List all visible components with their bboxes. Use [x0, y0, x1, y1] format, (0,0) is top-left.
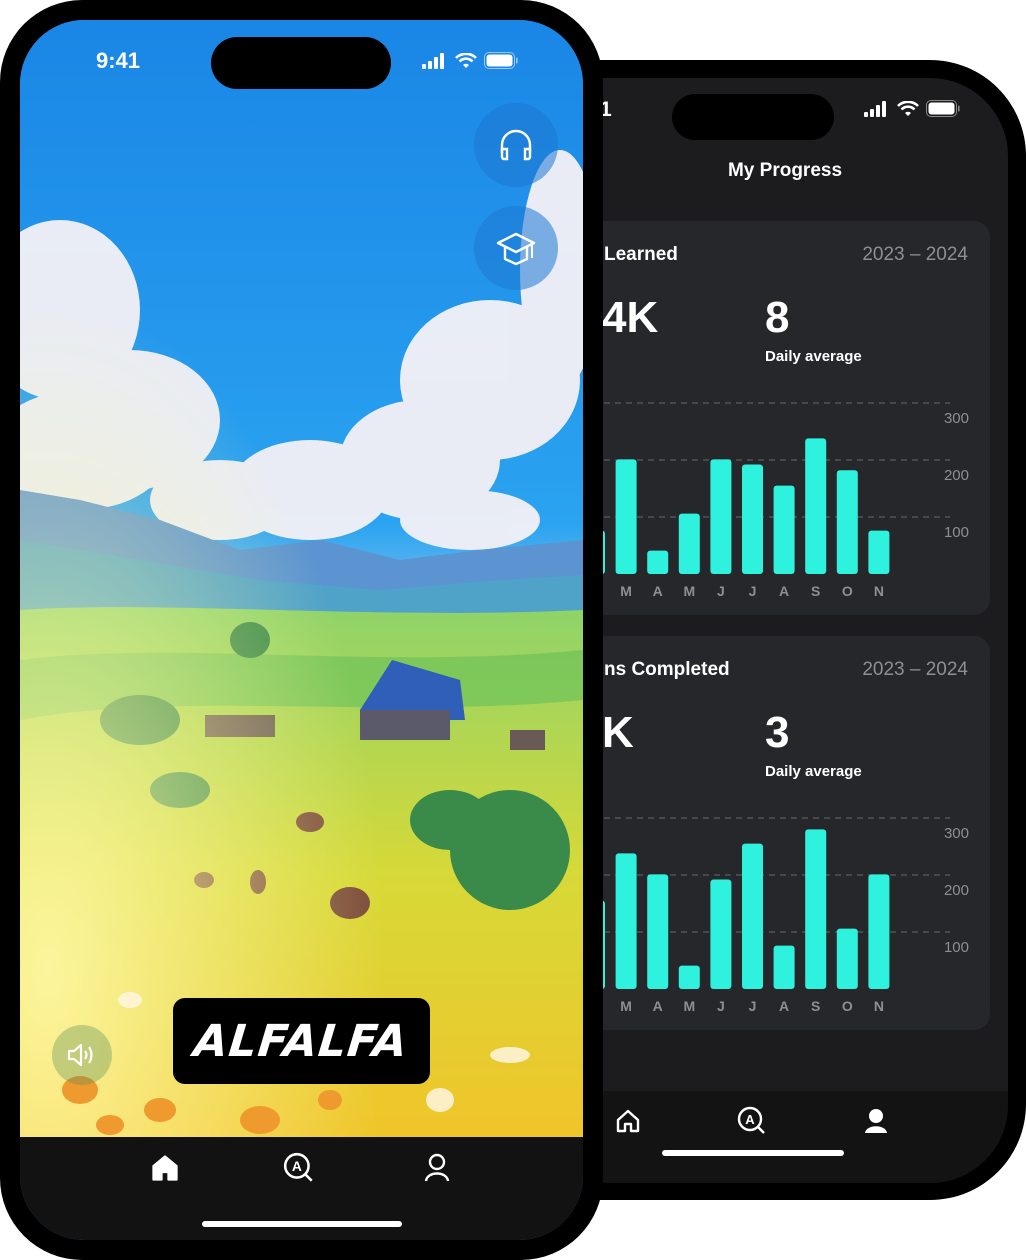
bar — [615, 853, 637, 989]
card-title: ns Completed — [604, 659, 730, 680]
daily-average-value: 8 — [765, 293, 790, 342]
date-range[interactable]: 2023 – 2024 — [862, 659, 968, 681]
home-icon — [152, 1155, 178, 1181]
sound-button[interactable] — [52, 1025, 112, 1085]
x-tick-label: A — [779, 583, 789, 599]
daily-average-label: Daily average — [765, 763, 862, 780]
total-value: 4K — [602, 293, 659, 342]
home-indicator — [662, 1150, 844, 1156]
bar-chart-completed: 100200300FMAMJJASON — [582, 817, 969, 1014]
x-tick-label: J — [749, 998, 757, 1014]
bar — [647, 550, 669, 574]
bar — [647, 874, 669, 989]
bar — [805, 438, 827, 574]
battery-icon — [926, 100, 960, 117]
x-tick-label: M — [683, 998, 695, 1014]
daily-average-value: 3 — [765, 708, 790, 757]
x-tick-label: M — [620, 583, 632, 599]
svg-text:A: A — [745, 1112, 755, 1127]
progress-screen: 1 My Progress Learned 2023 – 2024 4K 8 D… — [582, 78, 1008, 1183]
tab-bar: A — [20, 1137, 583, 1240]
profile-icon — [424, 1153, 450, 1182]
bar — [805, 829, 827, 989]
y-tick-label: 200 — [944, 882, 969, 899]
tab-profile[interactable] — [420, 1151, 454, 1185]
bar — [773, 485, 795, 574]
x-tick-label: O — [842, 583, 853, 599]
bar — [615, 459, 637, 574]
x-tick-label: J — [717, 998, 725, 1014]
x-tick-label: S — [811, 998, 820, 1014]
page-title: My Progress — [582, 160, 1008, 182]
bar — [742, 843, 763, 989]
home-indicator — [202, 1221, 402, 1227]
wifi-icon — [455, 52, 477, 68]
bar — [836, 470, 858, 574]
profile-icon — [865, 1109, 887, 1133]
x-tick-label: S — [811, 583, 820, 599]
bar-chart-learned: 100200300FMAMJJASON — [582, 402, 969, 599]
dynamic-island — [672, 94, 834, 140]
tab-search[interactable]: A — [736, 1105, 768, 1137]
x-tick-label: J — [749, 583, 757, 599]
status-icons — [422, 52, 518, 69]
bar — [710, 459, 732, 574]
x-tick-label: M — [683, 583, 695, 599]
graduation-cap-icon — [496, 232, 536, 266]
status-time: 9:41 — [96, 48, 141, 73]
tab-profile[interactable] — [860, 1105, 892, 1137]
bar — [710, 879, 732, 989]
wifi-icon — [897, 100, 919, 116]
x-tick-label: N — [874, 583, 884, 599]
bar — [868, 530, 890, 574]
y-tick-label: 200 — [944, 467, 969, 484]
date-range[interactable]: 2023 – 2024 — [862, 244, 968, 266]
x-tick-label: A — [653, 998, 663, 1014]
word-card[interactable]: ALFALFA — [173, 998, 430, 1084]
bar — [868, 874, 890, 989]
tab-home[interactable] — [148, 1151, 182, 1185]
x-tick-label: A — [779, 998, 789, 1014]
dictionary-search-icon: A — [283, 1152, 313, 1182]
daily-average-label: Daily average — [765, 348, 862, 365]
tab-bar: A — [582, 1091, 1008, 1183]
tab-home[interactable] — [612, 1105, 644, 1137]
y-tick-label: 100 — [944, 939, 969, 956]
svg-text:A: A — [292, 1158, 302, 1174]
word-screen: 9:41 ALFALFA A — [20, 20, 583, 1240]
x-tick-label: N — [874, 998, 884, 1014]
y-tick-label: 100 — [944, 524, 969, 541]
dictionary-search-icon: A — [737, 1106, 765, 1134]
home-icon — [616, 1109, 640, 1133]
headphones-icon — [500, 129, 532, 161]
x-tick-label: A — [653, 583, 663, 599]
bar — [773, 945, 795, 989]
x-tick-label: M — [620, 998, 632, 1014]
y-tick-label: 300 — [944, 410, 969, 427]
bar — [678, 513, 700, 574]
cellular-signal-icon — [864, 100, 886, 117]
battery-icon — [484, 52, 518, 69]
y-tick-label: 300 — [944, 825, 969, 842]
card-title: Learned — [604, 244, 678, 265]
tab-search[interactable]: A — [282, 1151, 316, 1185]
speaker-icon — [67, 1043, 93, 1067]
status-icons — [864, 100, 960, 117]
x-tick-label: O — [842, 998, 853, 1014]
stats-card-learned: Learned 2023 – 2024 4K 8 Daily average 1… — [582, 221, 990, 615]
x-tick-label: J — [717, 583, 725, 599]
word-text: ALFALFA — [191, 1015, 412, 1067]
listen-button[interactable] — [474, 103, 558, 187]
dynamic-island — [211, 37, 391, 89]
total-value: K — [602, 708, 634, 757]
landscape-illustration — [20, 20, 583, 1137]
page-title-text: My Progress — [727, 160, 843, 181]
bar — [836, 928, 858, 989]
stats-card-completed: ns Completed 2023 – 2024 K 3 Daily avera… — [582, 636, 990, 1030]
learn-button[interactable] — [474, 206, 558, 290]
cellular-signal-icon — [422, 52, 444, 69]
bar — [742, 464, 763, 574]
bar — [678, 965, 700, 989]
